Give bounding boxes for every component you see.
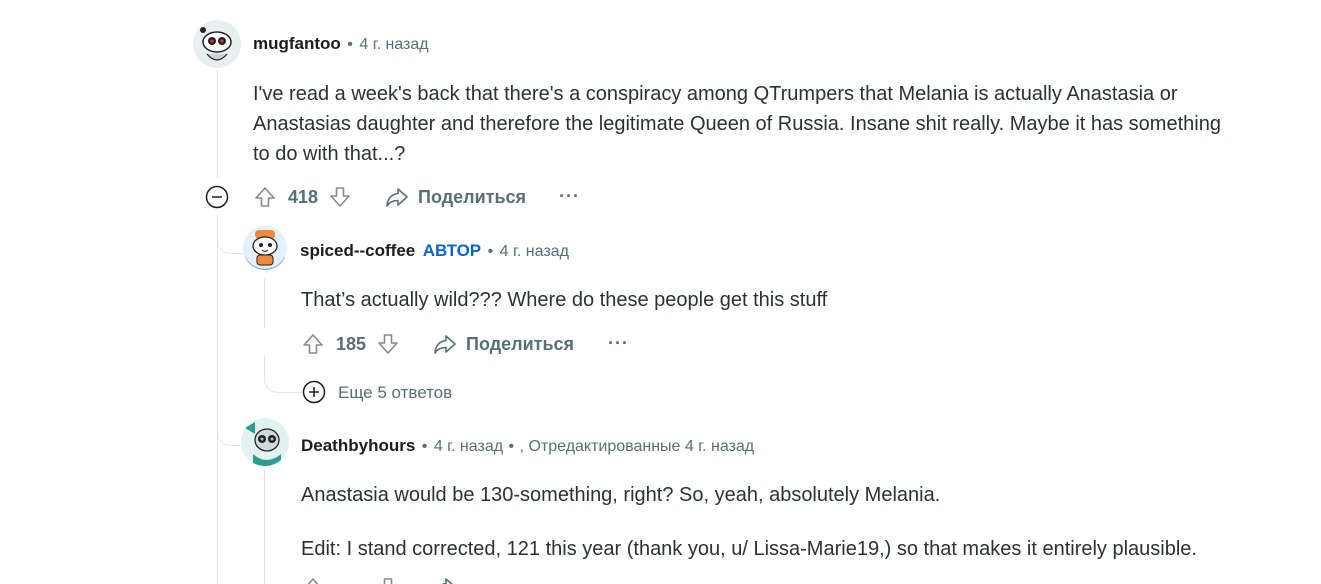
upvote-button[interactable] bbox=[301, 332, 325, 356]
comment-header: Deathbyhours • 4 г. назад • , Отредактир… bbox=[301, 436, 754, 456]
separator: • bbox=[347, 36, 353, 53]
upvote-button[interactable] bbox=[301, 576, 325, 584]
snoo-avatar-icon bbox=[193, 20, 241, 68]
timestamp[interactable]: 4 г. назад bbox=[434, 438, 503, 455]
downvote-button[interactable] bbox=[376, 576, 400, 584]
comment-header: mugfantoo • 4 г. назад bbox=[253, 34, 429, 54]
share-icon bbox=[434, 335, 456, 354]
timestamp[interactable]: 4 г. назад bbox=[359, 36, 428, 53]
comment-body: Anastasia would be 130-something, right?… bbox=[301, 480, 1301, 564]
thread-branch bbox=[264, 356, 301, 393]
timestamp[interactable]: 4 г. назад bbox=[500, 243, 569, 260]
comment-line: I've read a week's back that there's a c… bbox=[253, 83, 1178, 105]
downvote-icon bbox=[378, 334, 398, 354]
share-label: Поделиться bbox=[466, 334, 575, 354]
edited-label: , Отредактированные 4 г. назад bbox=[519, 438, 755, 455]
downvote-button[interactable] bbox=[328, 185, 352, 209]
comment-line: Anastasia would be 130-something, right?… bbox=[301, 484, 941, 506]
downvote-icon bbox=[383, 578, 393, 584]
collapse-minus-icon bbox=[205, 185, 229, 209]
username[interactable]: Deathbyhours bbox=[301, 436, 415, 455]
comment-body: I've read a week's back that there's a c… bbox=[253, 79, 1293, 169]
action-row: 418 Поделиться ··· bbox=[253, 184, 593, 210]
more-options-button[interactable]: ··· bbox=[559, 186, 580, 207]
avatar[interactable] bbox=[241, 418, 289, 466]
share-icon bbox=[441, 578, 453, 584]
upvote-icon bbox=[307, 578, 319, 584]
avatar[interactable] bbox=[193, 20, 241, 68]
share-button[interactable] bbox=[433, 576, 457, 584]
vote-count: 418 bbox=[288, 187, 319, 207]
thread-line bbox=[264, 278, 265, 328]
upvote-icon bbox=[255, 187, 275, 207]
thread-branch bbox=[217, 215, 244, 254]
comment-line: Anastasias daughter and therefore the le… bbox=[253, 113, 1221, 135]
vote-count: 185 bbox=[336, 334, 367, 354]
separator: • bbox=[421, 438, 428, 455]
username[interactable]: spiced--coffee bbox=[300, 241, 415, 260]
comment-line: to do with that...? bbox=[253, 143, 406, 165]
snoo-avatar-icon bbox=[243, 226, 287, 270]
upvote-icon bbox=[303, 334, 323, 354]
collapse-button[interactable] bbox=[205, 185, 229, 209]
username[interactable]: mugfantoo bbox=[253, 34, 341, 53]
author-badge: АВТОР bbox=[422, 241, 482, 260]
upvote-button[interactable] bbox=[253, 185, 277, 209]
snoo-avatar-icon bbox=[241, 418, 289, 466]
separator: • bbox=[487, 243, 494, 260]
action-row bbox=[301, 576, 461, 584]
thread-line bbox=[264, 470, 265, 584]
comment-line: Edit: I stand corrected, 121 this year (… bbox=[301, 538, 1197, 560]
comment-body: That’s actually wild??? Where do these p… bbox=[301, 285, 1291, 315]
expand-plus-icon bbox=[302, 380, 326, 404]
downvote-icon bbox=[330, 187, 350, 207]
action-row: 185 Поделиться ··· bbox=[301, 331, 641, 357]
downvote-button[interactable] bbox=[376, 332, 400, 356]
comment-header: spiced--coffee АВТОР • 4 г. назад bbox=[300, 241, 569, 261]
comment-line: That’s actually wild??? Where do these p… bbox=[301, 289, 828, 311]
separator: • bbox=[508, 438, 515, 455]
more-replies-label: Еще 5 ответов bbox=[338, 383, 453, 402]
share-label: Поделиться bbox=[418, 187, 527, 207]
thread-branch bbox=[217, 395, 240, 446]
more-options-button[interactable]: ··· bbox=[608, 333, 629, 354]
avatar[interactable] bbox=[243, 226, 287, 270]
share-icon bbox=[386, 188, 408, 207]
thread-line bbox=[217, 70, 218, 178]
